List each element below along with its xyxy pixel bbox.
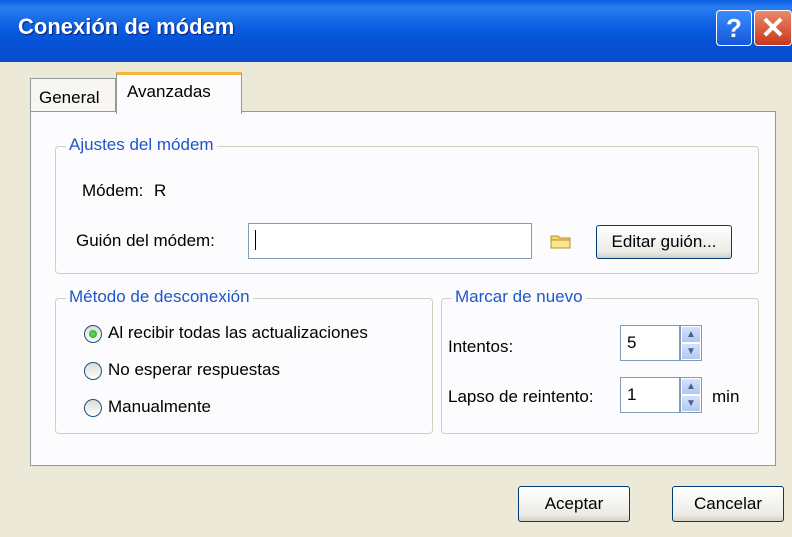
cancel-button[interactable]: Cancelar [672,486,784,522]
tab-avanzadas[interactable]: Avanzadas [116,72,242,114]
redial-group: Marcar de nuevo Intentos: 5 ▲ ▼ Lapso de… [441,287,759,434]
folder-icon[interactable] [550,233,572,249]
title-bar: Conexión de módem ? ✕ [0,0,792,62]
interval-label: Lapso de reintento: [448,387,594,406]
modem-settings-group: Ajustes del módem Módem: R Guión del mód… [55,135,759,274]
tab-panel-avanzadas: Ajustes del módem Módem: R Guión del mód… [30,111,776,466]
edit-script-button[interactable]: Editar guión... [596,225,732,259]
radio-button[interactable] [84,399,102,417]
interval-unit: min [712,387,740,406]
close-button[interactable]: ✕ [754,10,792,46]
text-caret [255,230,256,250]
close-icon: ✕ [760,11,786,45]
spin-up-icon[interactable]: ▲ [681,326,701,343]
attempts-value: 5 [627,333,637,352]
interval-input[interactable]: 1 [620,377,680,413]
radio-button-selected[interactable] [84,325,102,343]
attempts-label: Intentos: [448,337,514,356]
help-button[interactable]: ? [716,10,752,46]
modem-label: Módem: [82,181,144,200]
help-icon: ? [726,12,742,43]
modem-value: R [154,181,167,200]
interval-value: 1 [627,385,637,404]
option-label[interactable]: No esperar respuestas [108,360,280,380]
script-input[interactable] [248,223,532,259]
spin-up-icon[interactable]: ▲ [681,378,701,395]
attempts-input[interactable]: 5 [620,325,680,361]
script-label: Guión del módem: [76,231,215,250]
tab-general[interactable]: General [30,78,116,112]
option-label[interactable]: Manualmente [108,397,211,417]
redial-legend: Marcar de nuevo [452,287,586,307]
disconnect-legend: Método de desconexión [66,287,253,307]
spin-down-icon[interactable]: ▼ [681,395,701,412]
modem-settings-legend: Ajustes del módem [66,135,217,155]
option-label[interactable]: Al recibir todas las actualizaciones [108,323,368,343]
interval-spinner[interactable]: ▲ ▼ [680,377,702,413]
attempts-spinner[interactable]: ▲ ▼ [680,325,702,361]
radio-button[interactable] [84,362,102,380]
window-title: Conexión de módem [18,14,235,39]
ok-button[interactable]: Aceptar [518,486,630,522]
disconnect-method-group: Método de desconexión Al recibir todas l… [55,287,433,434]
spin-down-icon[interactable]: ▼ [681,343,701,360]
